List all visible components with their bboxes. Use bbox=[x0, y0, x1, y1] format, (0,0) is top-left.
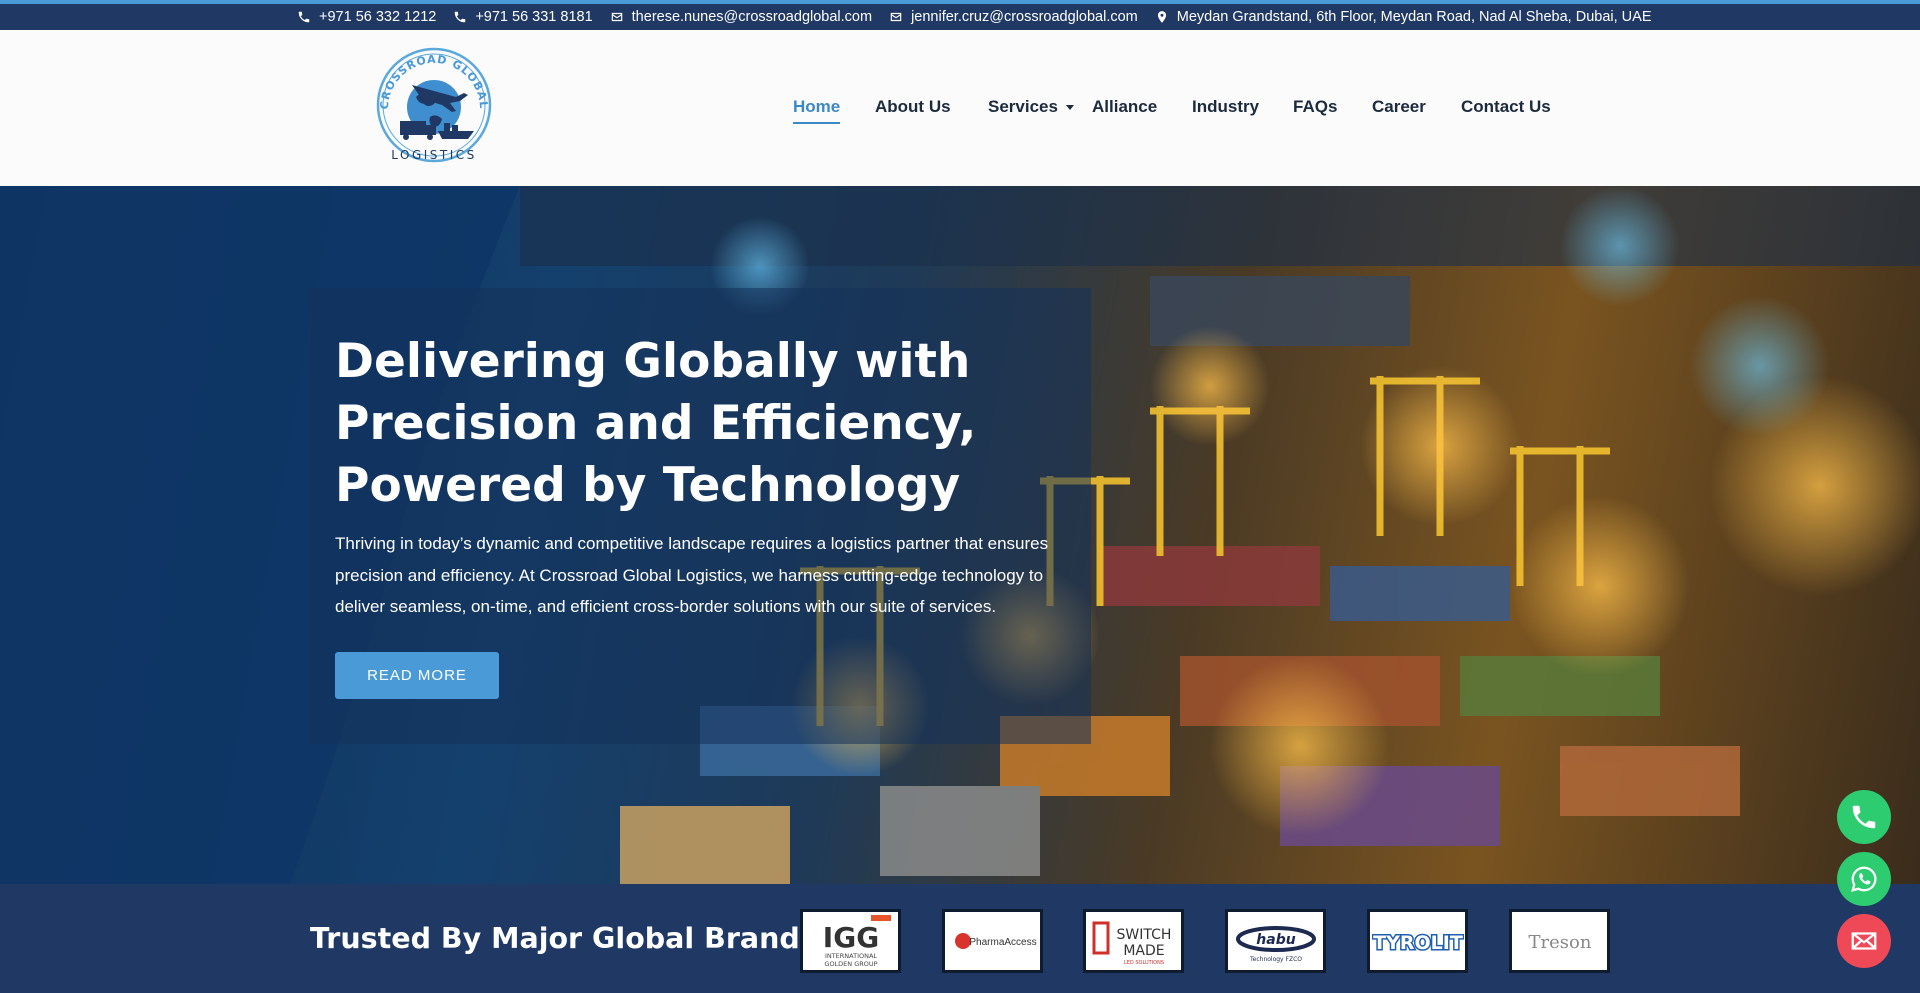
brand-logo-pharmaaccess: PharmaAccess bbox=[942, 909, 1043, 973]
hero-title: Delivering Globally with Precision and E… bbox=[335, 331, 1055, 517]
email-contact-2[interactable]: jennifer.cruz@crossroadglobal.com bbox=[889, 9, 1138, 25]
svg-text:TYROLIT: TYROLIT bbox=[1373, 932, 1463, 954]
hero-title-line-1: Delivering Globally with bbox=[335, 334, 971, 389]
call-button[interactable] bbox=[1837, 790, 1891, 844]
email-address-1: therese.nunes@crossroadglobal.com bbox=[631, 9, 873, 25]
nav-career[interactable]: Career bbox=[1372, 97, 1426, 117]
igg-logo: IGG INTERNATIONAL GOLDEN GROUP bbox=[822, 915, 891, 968]
hero-title-line-2: Precision and Efficiency, bbox=[335, 396, 977, 451]
trusted-brands-section: Trusted By Major Global Brands IGG INTER… bbox=[0, 884, 1920, 993]
location-pin-icon bbox=[1157, 11, 1166, 23]
main-navigation: Home About Us Services Alliance Industry… bbox=[0, 97, 1920, 127]
phone-icon bbox=[1852, 805, 1876, 829]
hero-banner: Delivering Globally with Precision and E… bbox=[0, 186, 1920, 884]
hero-title-line-3: Powered by Technology bbox=[335, 458, 961, 513]
habu-logo: habu Technology FZCO bbox=[1235, 926, 1316, 963]
brands-title: Trusted By Major Global Brands bbox=[310, 922, 817, 955]
phone-number-1: +971 56 332 1212 bbox=[319, 9, 437, 25]
nav-services[interactable]: Services bbox=[988, 97, 1074, 117]
nav-services-label: Services bbox=[988, 97, 1058, 116]
whatsapp-button[interactable] bbox=[1837, 852, 1891, 906]
envelope-icon bbox=[1851, 932, 1877, 950]
svg-text:SWITCH: SWITCH bbox=[1116, 927, 1171, 943]
nav-faqs[interactable]: FAQs bbox=[1293, 97, 1337, 117]
email-address-2: jennifer.cruz@crossroadglobal.com bbox=[911, 9, 1138, 25]
top-info-bar: +971 56 332 1212 +971 56 331 8181 theres… bbox=[0, 0, 1920, 30]
switchmade-logo: SWITCH MADE LED SOLUTIONS bbox=[1092, 921, 1171, 966]
hero-description: Thriving in today’s dynamic and competit… bbox=[335, 534, 1049, 616]
brand-logo-habu: habu Technology FZCO bbox=[1225, 909, 1326, 973]
svg-text:INTERNATIONAL: INTERNATIONAL bbox=[824, 952, 876, 960]
mail-icon bbox=[890, 12, 902, 22]
nav-home[interactable]: Home bbox=[793, 97, 841, 124]
email-contact-1[interactable]: therese.nunes@crossroadglobal.com bbox=[610, 9, 872, 25]
brand-logo-switchmade: SWITCH MADE LED SOLUTIONS bbox=[1083, 909, 1184, 973]
svg-text:habu: habu bbox=[1256, 932, 1295, 948]
phone-contact-2[interactable]: +971 56 331 8181 bbox=[453, 9, 593, 25]
svg-text:LED SOLUTIONS: LED SOLUTIONS bbox=[1123, 960, 1163, 966]
svg-text:GOLDEN GROUP: GOLDEN GROUP bbox=[824, 960, 877, 968]
address-contact[interactable]: Meydan Grandstand, 6th Floor, Meydan Roa… bbox=[1155, 9, 1652, 25]
brand-logo-tyrolit: TYROLIT bbox=[1367, 909, 1468, 973]
address-text: Meydan Grandstand, 6th Floor, Meydan Roa… bbox=[1176, 9, 1652, 25]
phone-icon bbox=[298, 11, 310, 23]
chevron-down-icon bbox=[1065, 105, 1074, 111]
nav-industry[interactable]: Industry bbox=[1192, 97, 1259, 117]
nav-contact-us[interactable]: Contact Us bbox=[1461, 97, 1551, 117]
svg-text:LOGISTICS: LOGISTICS bbox=[391, 148, 477, 162]
whatsapp-icon bbox=[1851, 866, 1877, 892]
phone-contact-1[interactable]: +971 56 332 1212 bbox=[297, 9, 436, 25]
svg-text:Treson: Treson bbox=[1528, 932, 1591, 953]
email-button[interactable] bbox=[1837, 914, 1891, 968]
site-header: CROSSROAD GLOBAL LOGISTICS Home About Us… bbox=[0, 30, 1920, 186]
mail-icon bbox=[611, 12, 622, 22]
nav-about-us[interactable]: About Us bbox=[875, 97, 951, 117]
tyrolit-logo: TYROLIT bbox=[1372, 931, 1464, 956]
nav-alliance[interactable]: Alliance bbox=[1092, 97, 1157, 117]
brand-logo-igg: IGG INTERNATIONAL GOLDEN GROUP bbox=[800, 909, 901, 973]
pharmaaccess-logo: PharmaAccess bbox=[954, 933, 1036, 949]
brand-logo-treson: Treson bbox=[1509, 909, 1610, 973]
svg-text:Technology FZCO: Technology FZCO bbox=[1249, 956, 1302, 963]
svg-text:PharmaAccess: PharmaAccess bbox=[969, 937, 1036, 948]
phone-number-2: +971 56 331 8181 bbox=[475, 9, 593, 25]
read-more-button[interactable]: READ MORE bbox=[335, 652, 499, 699]
treson-logo: Treson bbox=[1528, 932, 1591, 953]
phone-icon bbox=[455, 11, 466, 23]
svg-text:IGG: IGG bbox=[822, 921, 878, 954]
svg-text:MADE: MADE bbox=[1123, 943, 1164, 959]
